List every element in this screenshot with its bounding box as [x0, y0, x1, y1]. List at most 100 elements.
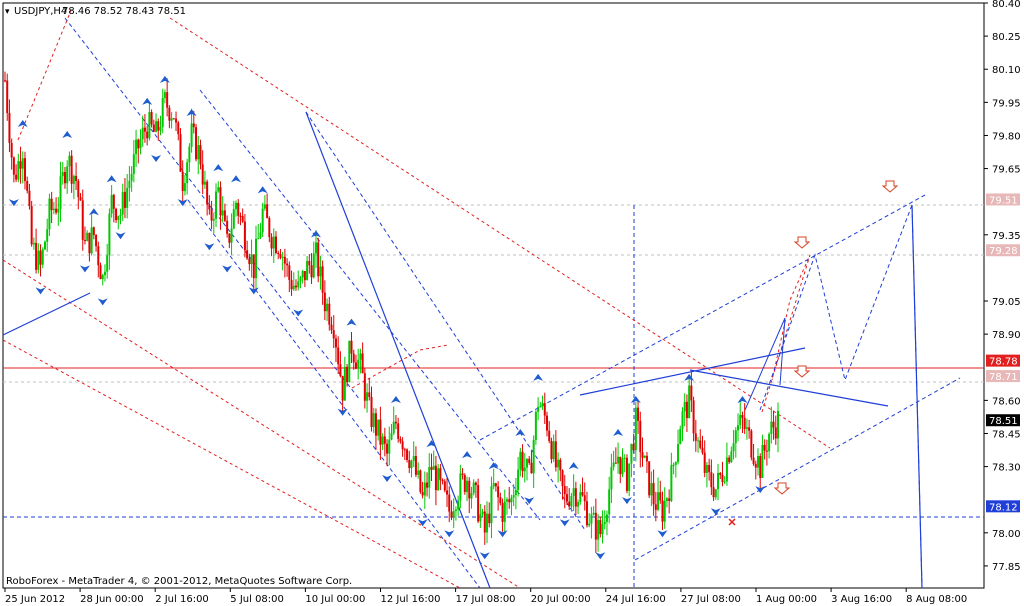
candle-body: [719, 472, 722, 475]
y-tick-label: 78.60: [992, 396, 1021, 407]
candle-body: [723, 481, 726, 483]
candle-body: [461, 473, 464, 475]
candle-body: [297, 281, 300, 288]
candle-body: [90, 227, 93, 254]
candle-body: [277, 253, 280, 255]
candle-body: [368, 392, 371, 397]
candle-body: [446, 490, 449, 495]
y-tick-label: 78.45: [992, 429, 1021, 440]
candle-body: [759, 456, 762, 478]
candle-body: [692, 400, 695, 434]
candle-body: [768, 433, 771, 452]
candle-body: [645, 455, 648, 462]
candle-body: [388, 439, 391, 454]
candle-body: [266, 204, 269, 219]
candle-body: [341, 375, 344, 401]
candle-body: [70, 155, 73, 184]
candle-body: [232, 209, 235, 229]
candle-body: [303, 270, 306, 281]
candle-body: [126, 187, 129, 208]
candle-body: [605, 514, 608, 522]
candle-body: [181, 171, 184, 192]
candle-body: [614, 462, 617, 464]
candle-body: [308, 260, 311, 266]
candle-body: [6, 80, 9, 114]
candle-body: [657, 492, 660, 510]
candle-body: [519, 451, 522, 470]
candle-body: [728, 457, 731, 463]
candle-body: [339, 364, 342, 376]
candle-body: [490, 486, 493, 524]
candle-body: [103, 271, 106, 276]
candle-body: [330, 324, 333, 331]
candle-body: [648, 461, 651, 496]
candle-body: [510, 497, 513, 503]
candle-body: [492, 483, 495, 487]
candle-body: [754, 463, 757, 468]
candle-body: [383, 436, 386, 444]
plot-area: [2, 2, 985, 589]
candle-body: [665, 498, 668, 501]
candle-body: [681, 411, 684, 429]
candle-body: [259, 232, 262, 239]
candle-body: [419, 470, 422, 492]
candle-body: [697, 440, 700, 442]
candle-body: [143, 127, 146, 132]
candle-body: [414, 456, 417, 475]
candle-body: [255, 238, 258, 279]
candle-body: [610, 466, 613, 490]
candle-body: [183, 183, 186, 192]
candle-body: [450, 511, 453, 518]
candle-body: [417, 470, 420, 475]
candle-body: [543, 403, 546, 416]
candle-body: [401, 441, 404, 450]
candle-body: [541, 403, 544, 407]
candle-body: [670, 465, 673, 501]
x-tick-label: 20 Jul 00:00: [531, 594, 591, 605]
candle-body: [314, 242, 317, 254]
candle-body: [12, 157, 15, 175]
symbol-label: USDJPY,H4: [14, 6, 67, 17]
candle-body: [674, 462, 677, 465]
candle-body: [261, 208, 264, 233]
candle-body: [710, 472, 713, 488]
candle-body: [301, 270, 304, 278]
candle-body: [623, 457, 626, 459]
candle-body: [474, 482, 477, 486]
candle-body: [565, 494, 568, 502]
candle-body: [643, 455, 646, 458]
candle-body: [123, 191, 126, 208]
candle-body: [714, 489, 717, 498]
candle-body: [628, 463, 631, 491]
y-tick-label: 78.00: [992, 529, 1021, 540]
candle-body: [55, 208, 58, 213]
candle-body: [108, 213, 111, 256]
candle-body: [195, 127, 198, 160]
candle-body: [488, 513, 491, 524]
candle-body: [281, 256, 284, 258]
candle-body: [359, 353, 362, 360]
candle-body: [366, 392, 369, 401]
candle-body: [88, 232, 91, 254]
candle-body: [217, 187, 220, 192]
candle-body: [477, 485, 480, 522]
x-tick-label: 12 Jul 16:00: [380, 594, 440, 605]
candle-body: [19, 161, 22, 169]
y-axis: 80.40 80.25 80.10 79.95 79.80 79.65 79.35 79.05…: [984, 0, 1021, 573]
candle-body: [441, 479, 444, 482]
candle-body: [246, 250, 249, 259]
candle-body: [619, 456, 622, 475]
candle-body: [594, 512, 597, 540]
candle-body: [332, 330, 335, 339]
candle-body: [694, 433, 697, 441]
candle-body: [572, 488, 575, 497]
price-chart[interactable]: ▾ USDJPY,H4 78.46 78.52 78.43 78.51 Robo…: [0, 0, 1024, 606]
candle-body: [470, 493, 473, 499]
candle-body: [721, 474, 724, 482]
candle-body: [732, 443, 735, 452]
candle-body: [601, 524, 604, 535]
candle-body: [37, 250, 40, 270]
candle-body: [223, 210, 226, 221]
candle-body: [35, 242, 38, 270]
candle-body: [75, 175, 78, 181]
